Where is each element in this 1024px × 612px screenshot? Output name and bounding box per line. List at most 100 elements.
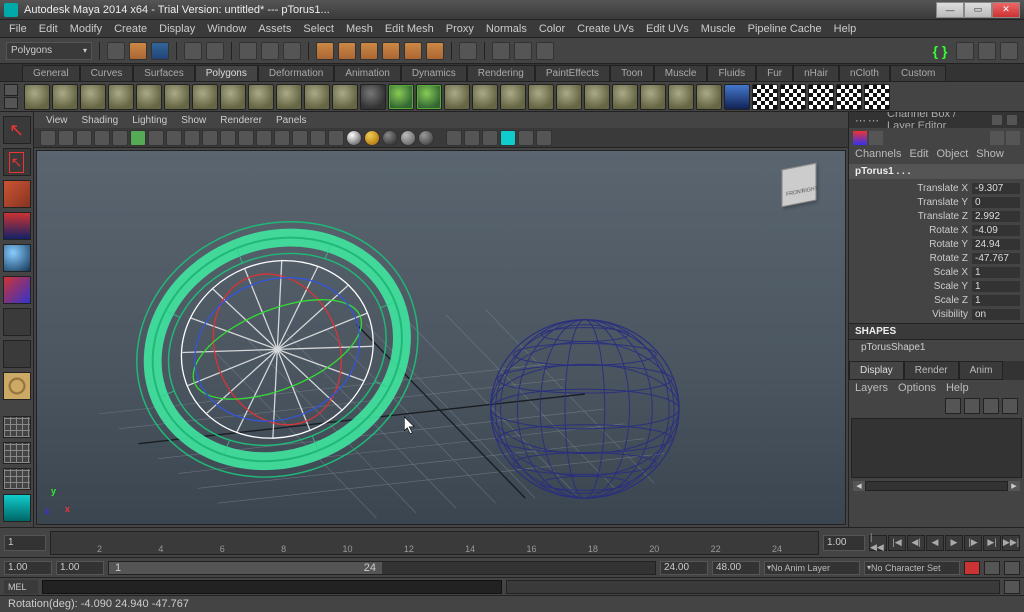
lasso-tool-icon[interactable]: ↖ — [3, 148, 31, 176]
step-back-key-button[interactable]: |◀ — [888, 535, 906, 551]
shelf-tab-custom[interactable]: Custom — [890, 65, 946, 81]
layer-menu-layers[interactable]: Layers — [855, 382, 888, 394]
smooth-icon[interactable] — [724, 84, 750, 110]
step-forward-button[interactable]: |▶ — [964, 535, 982, 551]
poly-helix-icon[interactable] — [276, 84, 302, 110]
menu-modify[interactable]: Modify — [65, 22, 107, 36]
uv-editor-icon[interactable] — [864, 84, 890, 110]
insert-loop-icon[interactable] — [612, 84, 638, 110]
shelf-tab-surfaces[interactable]: Surfaces — [133, 65, 194, 81]
vp-textures-icon[interactable] — [292, 130, 308, 146]
vp-hq-icon[interactable] — [346, 130, 362, 146]
vp-view-transform-icon[interactable] — [536, 130, 552, 146]
attr-value[interactable]: 2.992 — [972, 211, 1020, 222]
shelf-tab-polygons[interactable]: Polygons — [195, 65, 258, 81]
snap-view-icon[interactable] — [426, 42, 444, 60]
menu-assets[interactable]: Assets — [253, 22, 296, 36]
vp-motion-blur-icon[interactable] — [382, 130, 398, 146]
poly-platonic-icon[interactable] — [332, 84, 358, 110]
rotate-tool-icon[interactable] — [3, 244, 31, 272]
range-slider[interactable]: 1 24 — [108, 561, 656, 575]
cb-menu-object[interactable]: Object — [936, 148, 968, 164]
cb-menu-channels[interactable]: Channels — [855, 148, 901, 164]
poly-cone-icon[interactable] — [108, 84, 134, 110]
select-tool-icon[interactable]: ↖ — [3, 116, 31, 144]
playback-end-field[interactable]: 24.00 — [660, 561, 708, 575]
minimize-button[interactable]: — — [936, 2, 964, 18]
poly-append-tool-icon[interactable] — [416, 84, 442, 110]
attr-value[interactable]: 1 — [972, 281, 1020, 292]
menu-editmesh[interactable]: Edit Mesh — [380, 22, 439, 36]
attr-label[interactable]: Translate X — [853, 183, 972, 194]
bevel-icon[interactable] — [584, 84, 610, 110]
vp-imageplane-icon[interactable] — [94, 130, 110, 146]
vp-safe-action-icon[interactable] — [220, 130, 236, 146]
four-view-icon[interactable] — [3, 442, 31, 464]
vp-gate-mask-icon[interactable] — [184, 130, 200, 146]
sidebar-toggle-icon[interactable]: { } — [928, 42, 952, 60]
select-comp-icon[interactable] — [283, 42, 301, 60]
attr-label[interactable]: Visibility — [853, 309, 972, 320]
attr-label[interactable]: Rotate X — [853, 225, 972, 236]
vp-aa-icon[interactable] — [400, 130, 416, 146]
channel-toggle-icon[interactable] — [1000, 42, 1018, 60]
paint-select-tool-icon[interactable] — [3, 180, 31, 208]
save-scene-icon[interactable] — [151, 42, 169, 60]
combine-icon[interactable] — [444, 84, 470, 110]
vp-grid-icon[interactable] — [130, 130, 146, 146]
poly-cylinder-icon[interactable] — [80, 84, 106, 110]
attr-value[interactable]: 0 — [972, 197, 1020, 208]
extract-icon[interactable] — [472, 84, 498, 110]
attr-value[interactable]: 24.94 — [972, 239, 1020, 250]
shelf-tab-nhair[interactable]: nHair — [793, 65, 839, 81]
current-frame-field-left[interactable]: 1 — [4, 535, 46, 551]
move-tool-icon[interactable] — [3, 212, 31, 240]
character-set-select[interactable]: No Character Set — [864, 561, 960, 575]
attr-value[interactable]: on — [972, 309, 1020, 320]
home-layout-icon[interactable] — [3, 494, 31, 522]
panel-menu-icon[interactable] — [991, 114, 1003, 126]
history-toggle-icon[interactable] — [459, 42, 477, 60]
menu-create[interactable]: Create — [109, 22, 152, 36]
shelf-tab-deformation[interactable]: Deformation — [258, 65, 334, 81]
menu-edituvs[interactable]: Edit UVs — [641, 22, 694, 36]
offset-loop-icon[interactable] — [640, 84, 666, 110]
viewcube[interactable]: FRONT RIGHT — [779, 165, 825, 211]
channel-lock-icon[interactable] — [1006, 131, 1020, 145]
vp-xray-joints-icon[interactable] — [482, 130, 498, 146]
snap-point-icon[interactable] — [360, 42, 378, 60]
attr-label[interactable]: Translate Y — [853, 197, 972, 208]
vp-menu-view[interactable]: View — [40, 115, 74, 126]
uv-auto-icon[interactable] — [836, 84, 862, 110]
vp-menu-lighting[interactable]: Lighting — [126, 115, 173, 126]
anim-prefs-button[interactable] — [1004, 561, 1020, 575]
uv-cyl-icon[interactable] — [780, 84, 806, 110]
layer-list[interactable] — [851, 418, 1022, 478]
vp-shadows-icon[interactable] — [328, 130, 344, 146]
menu-window[interactable]: Window — [202, 22, 251, 36]
menu-normals[interactable]: Normals — [481, 22, 532, 36]
selected-object-name[interactable]: pTorus1 . . . — [849, 164, 1024, 179]
range-handle[interactable]: 1 24 — [109, 562, 382, 574]
anim-end-field[interactable]: 48.00 — [712, 561, 760, 575]
cb-menu-edit[interactable]: Edit — [909, 148, 928, 164]
poly-torus-icon[interactable] — [164, 84, 190, 110]
anim-start-field[interactable]: 1.00 — [4, 561, 52, 575]
scale-tool-icon[interactable] — [3, 276, 31, 304]
attr-editor-toggle-icon[interactable] — [956, 42, 974, 60]
set-key-button[interactable] — [984, 561, 1000, 575]
poly-prism-icon[interactable] — [192, 84, 218, 110]
attr-label[interactable]: Rotate Z — [853, 253, 972, 264]
layer-tab-render[interactable]: Render — [904, 361, 959, 380]
poly-pyramid-icon[interactable] — [220, 84, 246, 110]
layer-new-empty-icon[interactable] — [945, 398, 961, 414]
vp-cam-lock-icon[interactable] — [58, 130, 74, 146]
poly-plane-icon[interactable] — [136, 84, 162, 110]
vp-gamma-icon[interactable] — [518, 130, 534, 146]
vp-film-gate-icon[interactable] — [148, 130, 164, 146]
auto-key-button[interactable] — [964, 561, 980, 575]
vp-res-gate-icon[interactable] — [166, 130, 182, 146]
shelf-tab-muscle[interactable]: Muscle — [654, 65, 708, 81]
shelf-tab-fur[interactable]: Fur — [756, 65, 793, 81]
attr-value[interactable]: -47.767 — [972, 253, 1020, 264]
